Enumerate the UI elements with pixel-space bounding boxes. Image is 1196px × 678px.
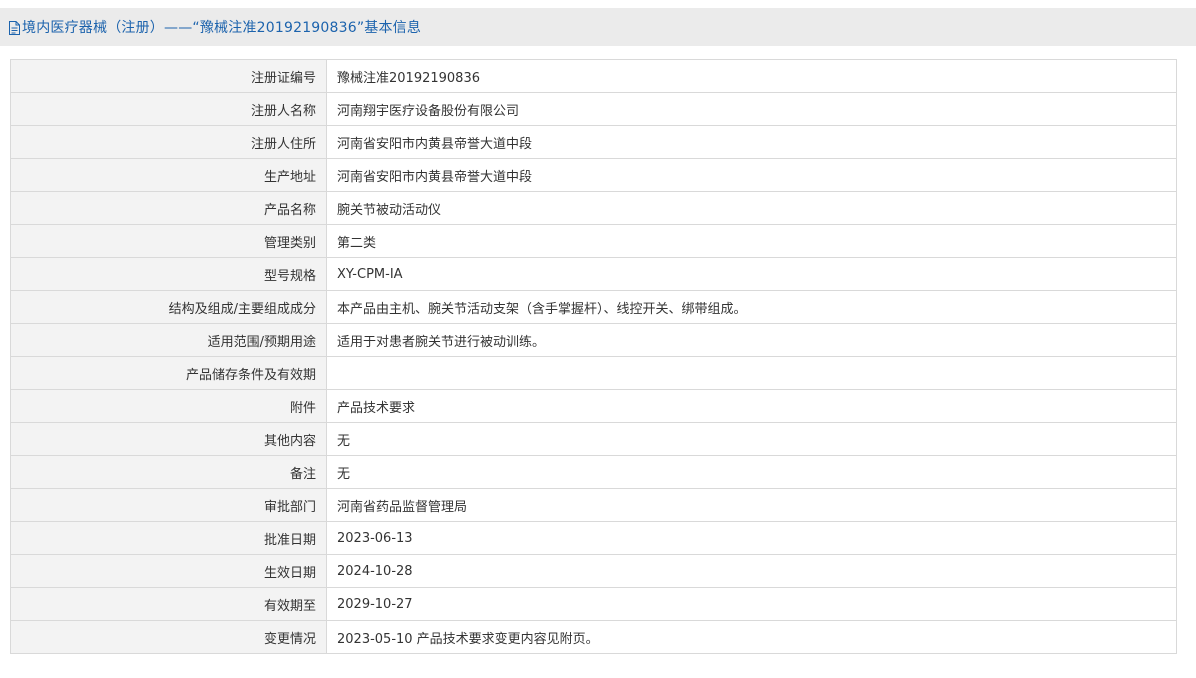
table-row: 变更情况 2023-05-10 产品技术要求变更内容见附页。: [10, 620, 1177, 654]
table-row: 注册人名称 河南翔宇医疗设备股份有限公司: [10, 92, 1177, 126]
table-row: 注册证编号 豫械注准20192190836: [10, 59, 1177, 93]
field-value: 适用于对患者腕关节进行被动训练。: [326, 323, 1177, 357]
field-value: 河南省安阳市内黄县帝誉大道中段: [326, 125, 1177, 159]
field-label: 型号规格: [10, 257, 327, 291]
field-label: 有效期至: [10, 587, 327, 621]
field-value: 无: [326, 455, 1177, 489]
table-row: 产品名称 腕关节被动活动仪: [10, 191, 1177, 225]
field-value: 河南省药品监督管理局: [326, 488, 1177, 522]
table-row: 产品储存条件及有效期: [10, 356, 1177, 390]
table-row: 批准日期 2023-06-13: [10, 521, 1177, 555]
top-strip: [0, 0, 1196, 8]
field-value: 2023-06-13: [326, 521, 1177, 555]
field-value: 第二类: [326, 224, 1177, 258]
field-label: 结构及组成/主要组成成分: [10, 290, 327, 324]
field-label: 注册证编号: [10, 59, 327, 93]
table-row: 结构及组成/主要组成成分 本产品由主机、腕关节活动支架（含手掌握杆）、线控开关、绑…: [10, 290, 1177, 324]
field-value: 2029-10-27: [326, 587, 1177, 621]
field-value: 2023-05-10 产品技术要求变更内容见附页。: [326, 620, 1177, 654]
table-row: 注册人住所 河南省安阳市内黄县帝誉大道中段: [10, 125, 1177, 159]
table-row: 生效日期 2024-10-28: [10, 554, 1177, 588]
field-label: 生产地址: [10, 158, 327, 192]
field-value: [326, 356, 1177, 390]
field-label: 注册人名称: [10, 92, 327, 126]
page-title: 境内医疗器械（注册）——“豫械注准20192190836”基本信息: [22, 20, 422, 36]
field-label: 附件: [10, 389, 327, 423]
field-value: 本产品由主机、腕关节活动支架（含手掌握杆）、线控开关、绑带组成。: [326, 290, 1177, 324]
field-label: 审批部门: [10, 488, 327, 522]
field-label: 变更情况: [10, 620, 327, 654]
table-row: 其他内容无: [10, 422, 1177, 456]
table-row: 备注无: [10, 455, 1177, 489]
info-table: 注册证编号 豫械注准20192190836 注册人名称 河南翔宇医疗设备股份有限公司注…: [10, 59, 1177, 654]
field-label: 其他内容: [10, 422, 327, 456]
field-value: 腕关节被动活动仪: [326, 191, 1177, 225]
field-value: XY-CPM-IA: [326, 257, 1177, 291]
field-label: 产品名称: [10, 191, 327, 225]
table-row: 生产地址 河南省安阳市内黄县帝誉大道中段: [10, 158, 1177, 192]
field-value: 河南省安阳市内黄县帝誉大道中段: [326, 158, 1177, 192]
info-table-body: 注册证编号 豫械注准20192190836 注册人名称 河南翔宇医疗设备股份有限公司注…: [10, 59, 1177, 654]
field-value: 2024-10-28: [326, 554, 1177, 588]
table-row: 管理类别 第二类: [10, 224, 1177, 258]
table-row: 有效期至 2029-10-27: [10, 587, 1177, 621]
field-value: 无: [326, 422, 1177, 456]
field-label: 批准日期: [10, 521, 327, 555]
document-icon: [9, 20, 20, 35]
field-value: 豫械注准20192190836: [326, 59, 1177, 93]
field-label: 生效日期: [10, 554, 327, 588]
table-row: 型号规格 XY-CPM-IA: [10, 257, 1177, 291]
field-label: 管理类别: [10, 224, 327, 258]
field-label: 备注: [10, 455, 327, 489]
field-value: 产品技术要求: [326, 389, 1177, 423]
table-row: 审批部门 河南省药品监督管理局: [10, 488, 1177, 522]
field-value: 河南翔宇医疗设备股份有限公司: [326, 92, 1177, 126]
table-row: 适用范围/预期用途 适用于对患者腕关节进行被动训练。: [10, 323, 1177, 357]
field-label: 产品储存条件及有效期: [10, 356, 327, 390]
field-label: 适用范围/预期用途: [10, 323, 327, 357]
page: 境内医疗器械（注册）——“豫械注准20192190836”基本信息 注册证编号豫…: [0, 0, 1196, 678]
field-label: 注册人住所: [10, 125, 327, 159]
section-header: 境内医疗器械（注册）——“豫械注准20192190836”基本信息: [0, 8, 1196, 46]
table-row: 附件 产品技术要求: [10, 389, 1177, 423]
